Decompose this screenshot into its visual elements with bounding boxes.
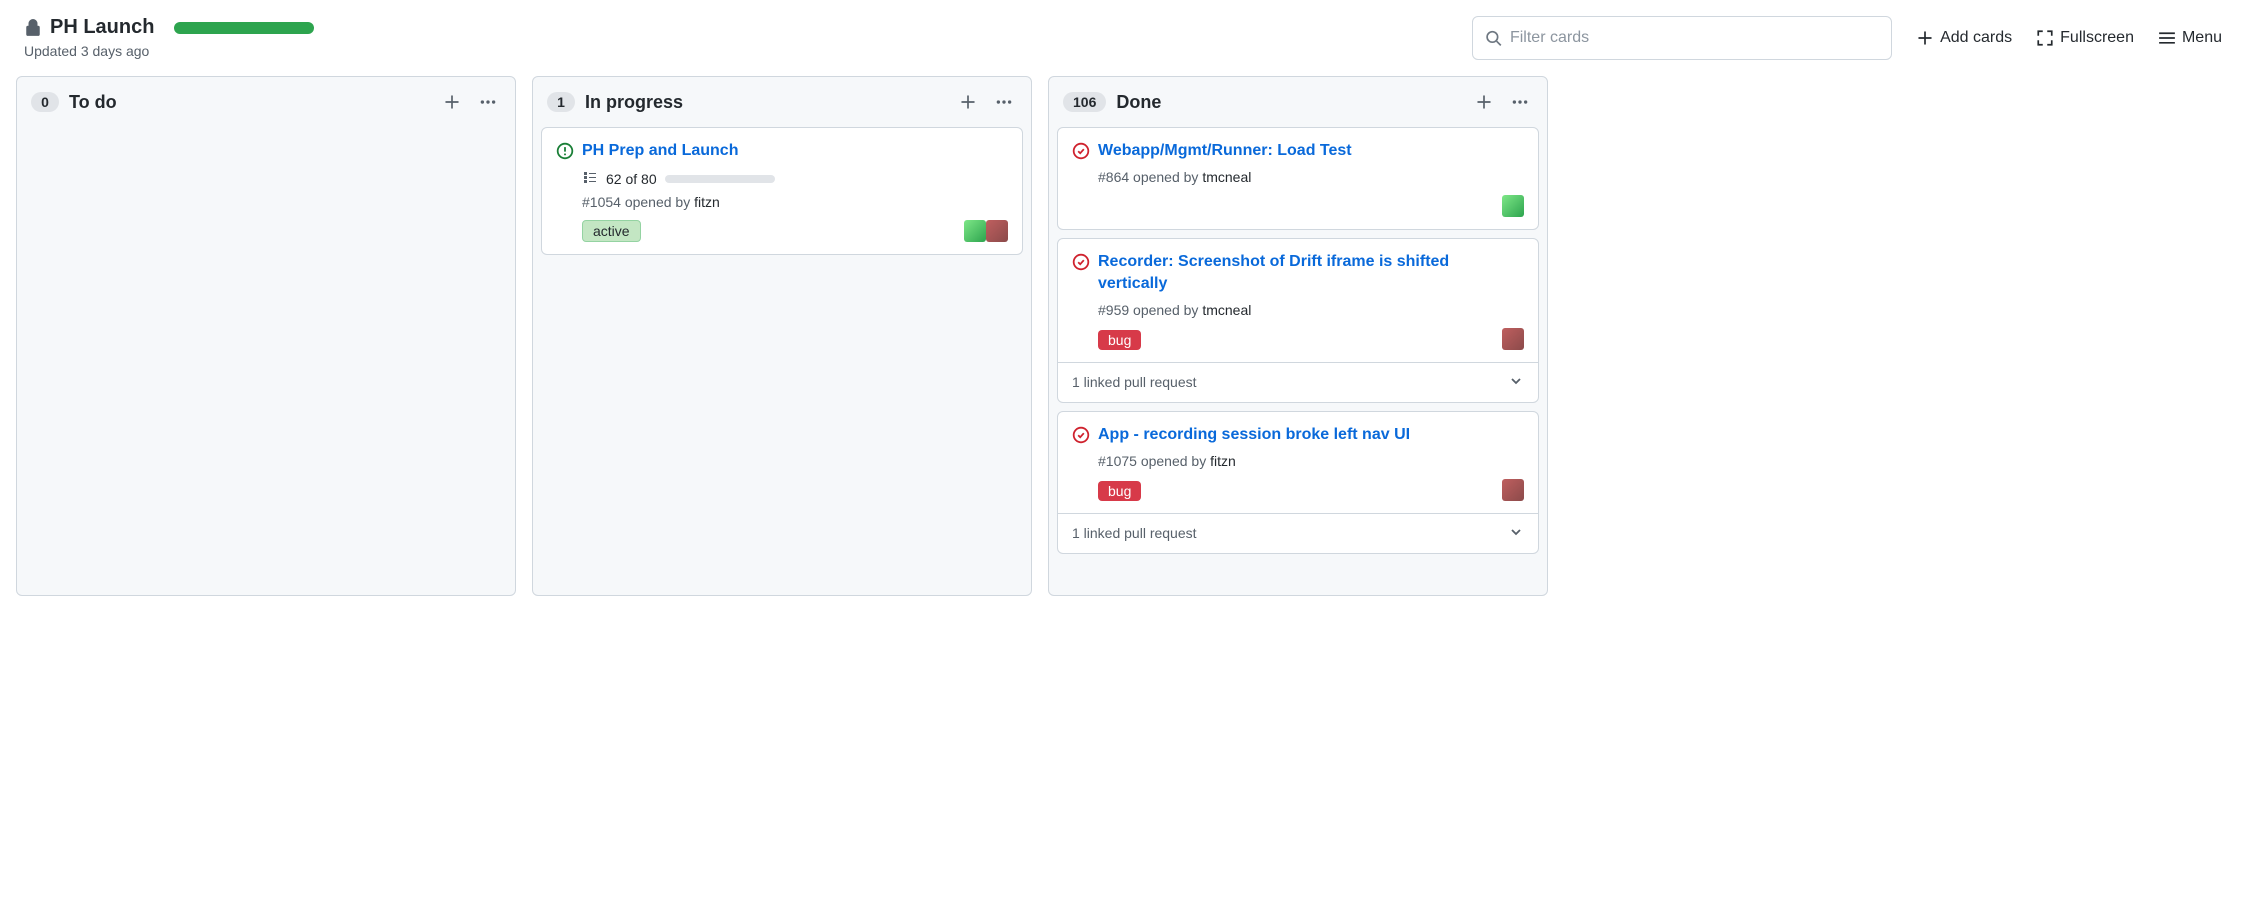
column-title: Done (1116, 92, 1461, 113)
tasklist-count: 62 of 80 (606, 171, 657, 187)
avatar[interactable] (964, 220, 986, 242)
column-add-button[interactable] (955, 89, 981, 115)
avatar[interactable] (986, 220, 1008, 242)
linked-pr-toggle[interactable]: 1 linked pull request (1058, 362, 1538, 402)
column-menu-button[interactable] (1507, 89, 1533, 115)
column: 1 In progress PH Prep and Launch 62 of 80 #1… (532, 76, 1032, 596)
label-bug[interactable]: bug (1098, 330, 1141, 350)
add-cards-button[interactable]: Add cards (1916, 29, 2012, 47)
card-meta: #864 opened by tmcneal (1098, 169, 1524, 185)
avatar[interactable] (1502, 328, 1524, 350)
linked-pr-text: 1 linked pull request (1072, 525, 1197, 541)
hamburger-icon (2158, 29, 2176, 47)
avatar[interactable] (1502, 479, 1524, 501)
fullscreen-button[interactable]: Fullscreen (2036, 29, 2134, 47)
chevron-down-icon (1508, 524, 1524, 543)
issue-status-icon (1072, 140, 1090, 163)
label-bug[interactable]: bug (1098, 481, 1141, 501)
column-title: To do (69, 92, 429, 113)
card-title-link[interactable]: App - recording session broke left nav U… (1098, 424, 1524, 446)
issue-status-icon (1072, 251, 1090, 274)
card-title-link[interactable]: PH Prep and Launch (582, 140, 1008, 162)
project-board: 0 To do 1 In progress PH Prep and Launch 62 o… (0, 68, 2246, 620)
issue-status-icon (1072, 424, 1090, 447)
tasklist-progress (665, 175, 775, 183)
assignees (964, 220, 1008, 242)
card[interactable]: App - recording session broke left nav U… (1057, 411, 1539, 554)
filter-cards-input[interactable] (1510, 29, 1879, 47)
project-progress-bar (174, 22, 314, 34)
card-meta: #1075 opened by fitzn (1098, 453, 1524, 469)
column-add-button[interactable] (1471, 89, 1497, 115)
fullscreen-icon (2036, 29, 2054, 47)
label-active[interactable]: active (582, 220, 641, 242)
menu-label: Menu (2182, 29, 2222, 47)
assignees (1502, 479, 1524, 501)
card-meta: #1054 opened by fitzn (582, 194, 1008, 210)
chevron-down-icon (1508, 373, 1524, 392)
linked-pr-toggle[interactable]: 1 linked pull request (1058, 513, 1538, 553)
search-icon (1485, 29, 1502, 47)
card-meta: #959 opened by tmcneal (1098, 302, 1524, 318)
plus-icon (1916, 29, 1934, 47)
linked-pr-text: 1 linked pull request (1072, 374, 1197, 390)
menu-button[interactable]: Menu (2158, 29, 2222, 47)
filter-cards-input-wrap[interactable] (1472, 16, 1892, 60)
avatar[interactable] (1502, 195, 1524, 217)
add-cards-label: Add cards (1940, 29, 2012, 47)
project-title: PH Launch (50, 16, 154, 39)
card-title-link[interactable]: Webapp/Mgmt/Runner: Load Test (1098, 140, 1524, 162)
card[interactable]: Webapp/Mgmt/Runner: Load Test #864 opened… (1057, 127, 1539, 230)
fullscreen-label: Fullscreen (2060, 29, 2134, 47)
tasklist-icon (582, 169, 598, 188)
column-title: In progress (585, 92, 945, 113)
column: 0 To do (16, 76, 516, 596)
issue-status-icon (556, 140, 574, 163)
column-add-button[interactable] (439, 89, 465, 115)
lock-icon (24, 19, 42, 37)
column-count-badge: 0 (31, 92, 59, 112)
assignees (1502, 195, 1524, 217)
column: 106 Done Webapp/Mgmt/Runner: Load Test #864… (1048, 76, 1548, 596)
card[interactable]: Recorder: Screenshot of Drift iframe is … (1057, 238, 1539, 403)
project-header: PH Launch Updated 3 days ago Add cards F… (0, 0, 2246, 68)
updated-text: Updated 3 days ago (24, 43, 1472, 59)
column-count-badge: 106 (1063, 92, 1106, 112)
card[interactable]: PH Prep and Launch 62 of 80 #1054 opened b… (541, 127, 1023, 255)
column-menu-button[interactable] (991, 89, 1017, 115)
column-menu-button[interactable] (475, 89, 501, 115)
column-count-badge: 1 (547, 92, 575, 112)
card-title-link[interactable]: Recorder: Screenshot of Drift iframe is … (1098, 251, 1524, 296)
assignees (1502, 328, 1524, 350)
